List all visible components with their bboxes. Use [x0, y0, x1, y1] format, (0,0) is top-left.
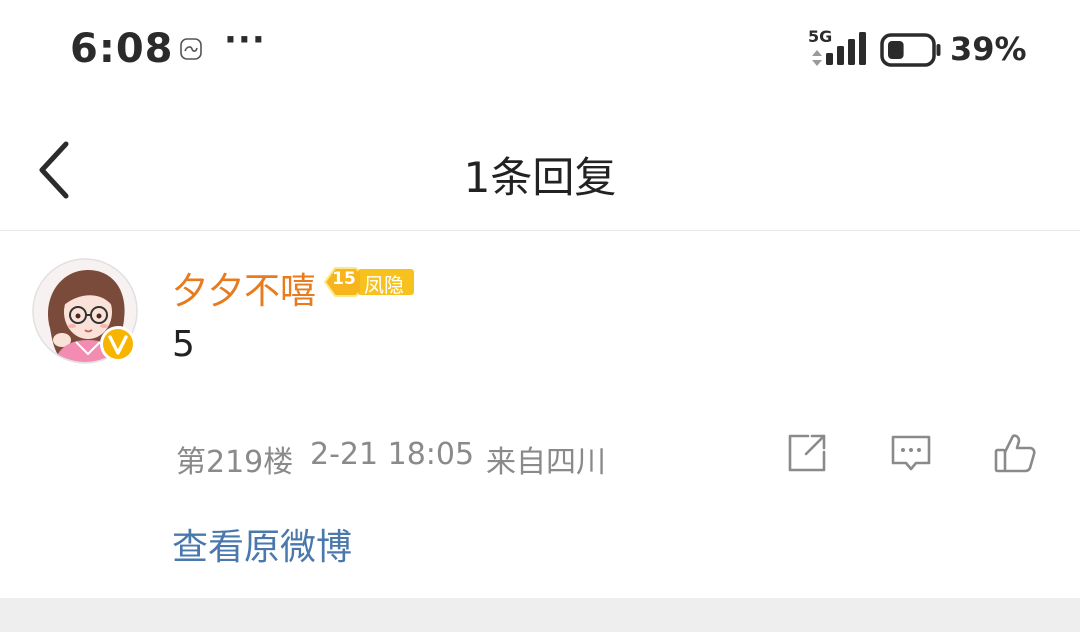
comment-text: 5 — [172, 324, 195, 365]
status-more-icon: ··· — [224, 20, 266, 60]
page-title: 1条回复 — [463, 153, 617, 202]
share-button[interactable] — [784, 430, 830, 476]
section-divider — [0, 598, 1080, 632]
navigation-header: 1条回复 — [0, 100, 1080, 231]
notification-app-icon — [180, 38, 202, 60]
status-bar: 6:08 ··· 5G 39% — [0, 0, 1080, 100]
battery-icon — [880, 33, 941, 67]
signal-strength-icon — [826, 32, 866, 65]
like-button[interactable] — [992, 430, 1038, 476]
username[interactable]: 夕夕不嘻 — [172, 262, 316, 314]
view-original-link[interactable]: 查看原微博 — [172, 518, 352, 570]
share-icon — [788, 434, 826, 472]
data-activity-icon — [812, 50, 822, 66]
level-number: 15 — [332, 269, 356, 289]
reply-detail-page: 6:08 ··· 5G 39% 1条回复 夕夕不嘻 15 凤隐 5 第219楼 … — [0, 0, 1080, 632]
status-time: 6:08 — [70, 26, 174, 72]
comment-icon — [891, 435, 931, 471]
level-label: 凤隐 — [364, 273, 404, 297]
floor-number: 第219楼 — [176, 445, 294, 480]
comment-location: 来自四川 — [486, 445, 606, 480]
verified-badge-icon — [100, 326, 136, 362]
battery-percentage: 39% — [950, 30, 1027, 68]
like-icon — [994, 434, 1036, 473]
comment-timestamp: 2-21 18:05 — [310, 437, 475, 472]
reply-button[interactable] — [888, 430, 934, 476]
